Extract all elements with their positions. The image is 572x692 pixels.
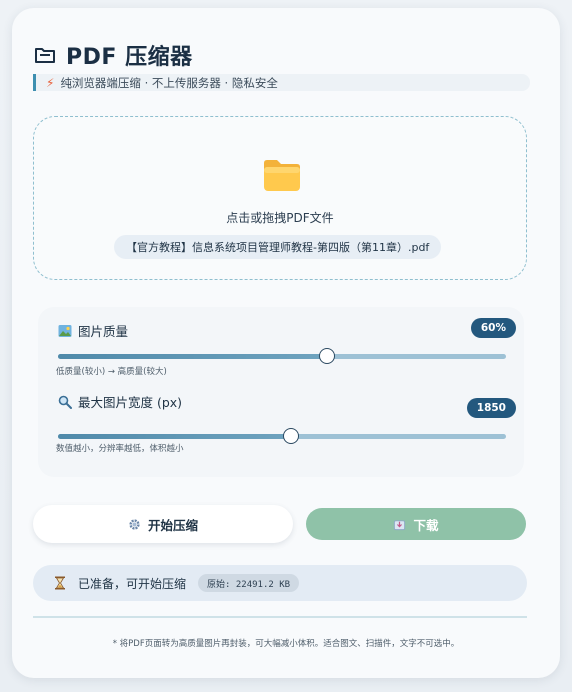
- file-dropzone[interactable]: 点击或拖拽PDF文件 【官方教程】信息系统项目管理师教程-第四版（第11章）.p…: [33, 116, 527, 280]
- start-compress-label: 开始压缩: [147, 517, 198, 533]
- download-box-icon: [394, 519, 406, 530]
- quality-hint: 低质量(较小) → 高质量(较大): [56, 367, 167, 377]
- max-width-label: 最大图片宽度 (px): [58, 392, 182, 411]
- gear-icon: [129, 518, 140, 530]
- picture-icon: [58, 324, 72, 337]
- compressor-card: PDF 压缩器 ⚡ 纯浏览器端压缩 · 不上传服务器 · 隐私安全 点击或拖拽P…: [12, 8, 560, 678]
- original-size-badge: 原始: 22491.2 KB: [198, 574, 300, 592]
- quality-label: 图片质量: [58, 321, 128, 340]
- max-width-value-badge: 1850: [466, 398, 516, 418]
- max-width-slider-fill: [58, 434, 291, 439]
- settings-panel: 图片质量 60% 低质量(较小) → 高质量(较大) 最大图片宽度 (px) 1…: [38, 307, 524, 477]
- status-text: 已准备，可开始压缩: [78, 576, 187, 591]
- folder-outline-icon: [35, 48, 55, 63]
- quality-slider-fill: [58, 354, 327, 359]
- header: PDF 压缩器: [34, 39, 193, 71]
- quality-value-badge: 60%: [470, 318, 516, 338]
- hourglass-icon: [55, 576, 65, 590]
- quality-slider[interactable]: [58, 348, 506, 364]
- dropzone-label: 点击或拖拽PDF文件: [226, 211, 334, 225]
- max-width-hint: 数值越小，分辨率越低，体积越小: [56, 444, 184, 454]
- subtitle-text: 纯浏览器端压缩 · 不上传服务器 · 隐私安全: [60, 75, 278, 90]
- quality-label-text: 图片质量: [78, 324, 129, 339]
- subtitle-banner: ⚡ 纯浏览器端压缩 · 不上传服务器 · 隐私安全: [33, 74, 530, 91]
- max-width-slider[interactable]: [58, 428, 506, 444]
- selected-file-name: 【官方教程】信息系统项目管理师教程-第四版（第11章）.pdf: [114, 235, 442, 259]
- divider: [33, 616, 527, 618]
- max-width-slider-thumb[interactable]: [282, 428, 299, 444]
- footnote: * 将PDF页面转为高质量图片再封装，可大幅减小体积。适合图文、扫描件，文字不可…: [112, 639, 460, 649]
- quality-slider-thumb[interactable]: [318, 348, 335, 364]
- status-bar: 已准备，可开始压缩 原始: 22491.2 KB: [33, 565, 527, 601]
- magnifier-icon: [58, 395, 72, 409]
- max-width-label-text: 最大图片宽度 (px): [78, 395, 183, 410]
- download-button[interactable]: 下载: [306, 508, 526, 540]
- download-label: 下载: [413, 517, 439, 533]
- page-title: PDF 压缩器: [66, 45, 193, 70]
- start-compress-button[interactable]: 开始压缩: [33, 505, 293, 543]
- folder-icon: [264, 160, 300, 191]
- lightning-icon: ⚡: [46, 75, 55, 90]
